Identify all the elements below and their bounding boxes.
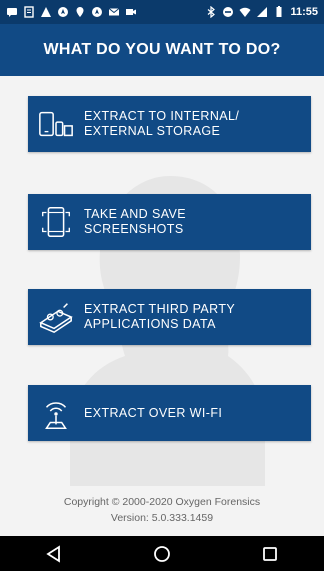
storage-devices-icon <box>36 104 76 144</box>
status-time: 11:55 <box>290 6 318 18</box>
status-right-icons: 11:55 <box>205 6 318 18</box>
copyright-text: Copyright © 2000-2020 Oxygen Forensics <box>63 496 261 508</box>
navigation-bar <box>0 536 324 571</box>
location-icon <box>74 6 86 18</box>
apps-data-icon <box>36 297 76 337</box>
extract-wifi-label: EXTRACT OVER WI-FI <box>84 405 223 420</box>
video-icon <box>125 6 137 18</box>
wifi-icon <box>239 6 251 18</box>
navigation-icon <box>91 6 103 18</box>
gmail-icon <box>108 6 120 18</box>
status-left-icons <box>6 6 137 18</box>
notes-icon <box>23 6 35 18</box>
alert-icon <box>40 6 52 18</box>
message-icon <box>6 6 18 18</box>
page-title: WHAT DO YOU WANT TO DO? <box>0 24 324 76</box>
wifi-tower-icon <box>36 393 76 433</box>
extract-storage-button[interactable]: EXTRACT TO INTERNAL/ EXTERNAL STORAGE <box>28 96 311 152</box>
footer: Copyright © 2000-2020 Oxygen Forensics V… <box>0 494 324 526</box>
extract-apps-data-button[interactable]: EXTRACT THIRD PARTY APPLICATIONS DATA <box>28 289 311 345</box>
phone-screenshot-icon <box>36 202 76 242</box>
take-screenshots-label: TAKE AND SAVE SCREENSHOTS <box>84 207 186 236</box>
bluetooth-icon <box>205 6 217 18</box>
navigation-icon <box>57 6 69 18</box>
status-bar: 11:55 <box>0 0 324 24</box>
signal-icon <box>256 6 268 18</box>
home-icon[interactable] <box>142 536 182 571</box>
do-not-disturb-icon <box>222 6 234 18</box>
take-screenshots-button[interactable]: TAKE AND SAVE SCREENSHOTS <box>28 194 311 250</box>
battery-icon <box>273 6 285 18</box>
version-text: Version: 5.0.333.1459 <box>110 512 214 524</box>
main-content: EXTRACT TO INTERNAL/ EXTERNAL STORAGE TA… <box>0 76 324 536</box>
recents-icon[interactable] <box>250 536 290 571</box>
extract-apps-data-label: EXTRACT THIRD PARTY APPLICATIONS DATA <box>84 302 236 331</box>
extract-storage-label: EXTRACT TO INTERNAL/ EXTERNAL STORAGE <box>84 109 240 138</box>
back-icon[interactable] <box>34 536 74 571</box>
extract-wifi-button[interactable]: EXTRACT OVER WI-FI <box>28 385 311 441</box>
